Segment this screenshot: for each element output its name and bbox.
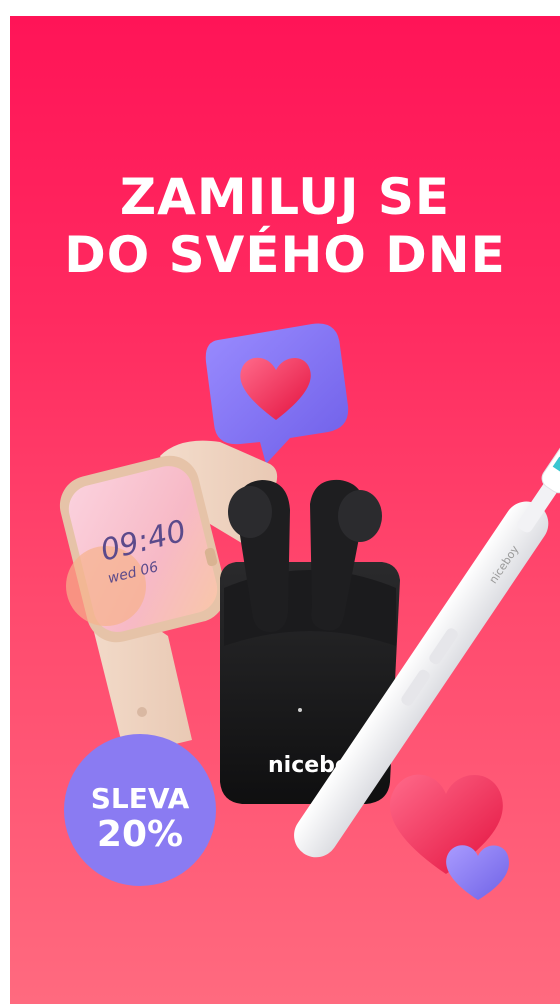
discount-badge: SLEVA 20% [64, 734, 216, 886]
headline-line-1: ZAMILUJ SE [119, 168, 451, 226]
headline: ZAMILUJ SE DO SVÉHO DNE [10, 168, 560, 284]
headline-line-2: DO SVÉHO DNE [64, 226, 506, 284]
discount-badge-label: SLEVA [90, 782, 190, 815]
promo-banner[interactable]: ZAMILUJ SE DO SVÉHO DNE 09:40 wed 06 nic… [10, 16, 560, 1004]
hearts-icon [389, 774, 509, 900]
heart-speech-bubble-icon [205, 323, 349, 464]
discount-badge-value: 20% [96, 814, 184, 855]
